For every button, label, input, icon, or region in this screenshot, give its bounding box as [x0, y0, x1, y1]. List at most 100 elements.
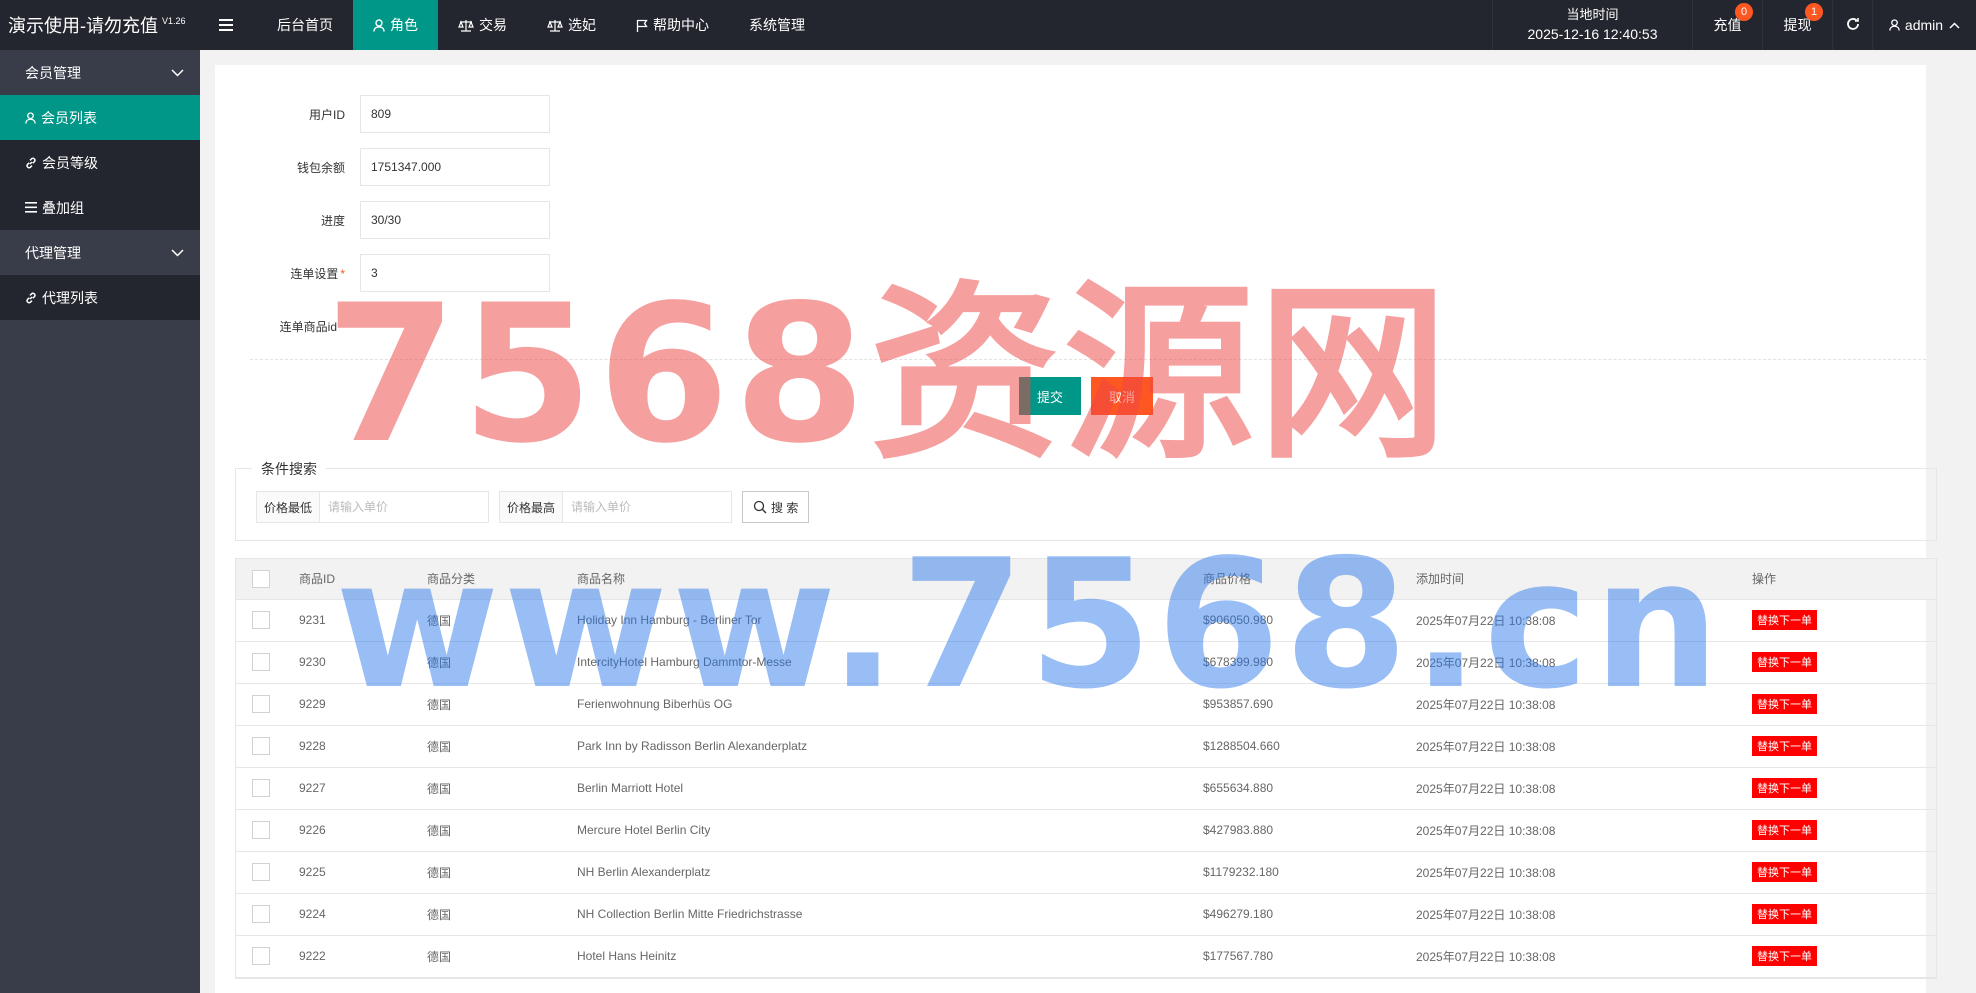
column-header: 商品价格: [1195, 559, 1408, 600]
nav-select[interactable]: 选妃: [527, 0, 616, 50]
sidebar: 会员管理 会员列表 会员等级 叠加组 代理管理 代理列表: [0, 50, 200, 993]
local-time-label: 当地时间: [1566, 7, 1619, 22]
sidebar-item-agent-list[interactable]: 代理列表: [0, 275, 200, 320]
replace-next-button[interactable]: 替换下一单: [1752, 610, 1817, 630]
replace-next-button[interactable]: 替换下一单: [1752, 778, 1817, 798]
goods-name-cell: NH Berlin Alexanderplatz: [569, 851, 1195, 894]
min-price-input[interactable]: [320, 492, 489, 522]
nav-system-label: 系统管理: [749, 17, 805, 33]
replace-next-button[interactable]: 替换下一单: [1752, 652, 1817, 672]
goods-price-cell: $906050.980: [1195, 599, 1408, 642]
nav-home-label: 后台首页: [277, 17, 333, 33]
table-cell: [236, 641, 291, 684]
chain-setting-label: 连单设置 *: [215, 265, 360, 282]
goods-name-cell: IntercityHotel Hamburg Dammtor-Messe: [569, 641, 1195, 684]
nav-select-label: 选妃: [568, 17, 596, 33]
goods-id-cell: 9222: [291, 935, 419, 978]
table-cell: 替换下一单: [1744, 725, 1936, 768]
row-checkbox[interactable]: [252, 737, 270, 755]
goods-category-cell: 德国: [419, 683, 569, 726]
table-cell: 替换下一单: [1744, 683, 1936, 726]
replace-next-button[interactable]: 替换下一单: [1752, 736, 1817, 756]
goods-category-cell: 德国: [419, 767, 569, 810]
sidebar-group-label: 会员管理: [25, 64, 81, 81]
top-header: 演示使用-请勿充值 V1.26 后台首页 角色 交易 选妃 帮助中心 系统管理 …: [0, 0, 1976, 50]
nav-help-label: 帮助中心: [653, 17, 709, 33]
column-header: 添加时间: [1408, 559, 1744, 600]
goods-time-cell: 2025年07月22日 10:38:08: [1408, 599, 1744, 642]
table-cell: [236, 851, 291, 894]
goods-time-cell: 2025年07月22日 10:38:08: [1408, 851, 1744, 894]
goods-id-cell: 9225: [291, 851, 419, 894]
max-price-input[interactable]: [563, 492, 732, 522]
table-cell: [236, 809, 291, 852]
cancel-button[interactable]: 取消: [1091, 377, 1154, 415]
table-cell: [236, 725, 291, 768]
row-checkbox[interactable]: [252, 653, 270, 671]
replace-next-button[interactable]: 替换下一单: [1752, 904, 1817, 924]
refresh-button[interactable]: [1832, 0, 1872, 50]
user-id-input[interactable]: [360, 95, 550, 133]
nav-trade-label: 交易: [479, 17, 507, 33]
goods-name-cell: Mercure Hotel Berlin City: [569, 809, 1195, 852]
replace-next-button[interactable]: 替换下一单: [1752, 946, 1817, 966]
nav-system[interactable]: 系统管理: [729, 0, 825, 50]
app-title: 演示使用-请勿充值: [8, 16, 158, 36]
select-all-checkbox[interactable]: [252, 569, 270, 588]
replace-next-button[interactable]: 替换下一单: [1752, 862, 1817, 882]
chevron-down-icon: [171, 68, 184, 77]
goods-time-cell: 2025年07月22日 10:38:08: [1408, 935, 1744, 978]
recharge-button[interactable]: 充值 0: [1692, 0, 1762, 50]
replace-next-button[interactable]: 替换下一单: [1752, 694, 1817, 714]
nav-role-label: 角色: [390, 17, 418, 33]
replace-next-button[interactable]: 替换下一单: [1752, 820, 1817, 840]
sidebar-item-member-list[interactable]: 会员列表: [0, 95, 200, 140]
menu-icon: [219, 19, 233, 31]
row-checkbox[interactable]: [252, 905, 270, 923]
progress-input[interactable]: [360, 201, 550, 239]
sidebar-group-agents[interactable]: 代理管理: [0, 230, 200, 275]
sidebar-item-stack-group[interactable]: 叠加组: [0, 185, 200, 230]
goods-time-cell: 2025年07月22日 10:38:08: [1408, 809, 1744, 852]
table-row: 9227 德国 Berlin Marriott Hotel $655634.880 20…: [236, 767, 1936, 810]
nav-help[interactable]: 帮助中心: [616, 0, 729, 50]
row-checkbox[interactable]: [252, 779, 270, 797]
row-checkbox[interactable]: [252, 611, 270, 629]
goods-id-cell: 9229: [291, 683, 419, 726]
goods-price-cell: $1179232.180: [1195, 851, 1408, 894]
goods-id-cell: 9224: [291, 893, 419, 936]
form-divider: [250, 359, 1926, 360]
goods-id-cell: 9227: [291, 767, 419, 810]
chain-setting-text: 连单设置: [290, 266, 339, 281]
min-price-group: 价格最低: [256, 491, 490, 523]
chain-setting-row: 连单设置 *: [215, 254, 550, 292]
balance-label: 钱包余额: [296, 160, 345, 175]
table-row: 9225 德国 NH Berlin Alexanderplatz $1179232.1…: [236, 851, 1936, 894]
sidebar-item-label: 叠加组: [42, 199, 84, 216]
row-checkbox[interactable]: [252, 947, 270, 965]
withdraw-button[interactable]: 提现 1: [1762, 0, 1832, 50]
search-row: 价格最低 价格最高 搜 索: [256, 491, 810, 523]
table-cell: 替换下一单: [1744, 641, 1936, 684]
goods-price-cell: $655634.880: [1195, 767, 1408, 810]
balance-input[interactable]: [360, 148, 550, 186]
scale-icon: [458, 19, 474, 32]
user-menu[interactable]: admin: [1872, 0, 1976, 50]
sidebar-item-member-level[interactable]: 会员等级: [0, 140, 200, 185]
nav-trade[interactable]: 交易: [438, 0, 527, 50]
goods-name-cell: Holiday Inn Hamburg - Berliner Tor: [569, 599, 1195, 642]
search-fieldset: 条件搜索 价格最低 价格最高 搜 索: [235, 459, 1937, 541]
chain-setting-input[interactable]: [360, 254, 550, 292]
user-icon: [373, 18, 385, 32]
nav-home[interactable]: 后台首页: [257, 0, 353, 50]
submit-button[interactable]: 提交: [1019, 377, 1082, 415]
sidebar-group-members[interactable]: 会员管理: [0, 50, 200, 95]
logo: 演示使用-请勿充值 V1.26: [0, 0, 200, 50]
required-mark: *: [340, 266, 345, 281]
nav-role[interactable]: 角色: [353, 0, 438, 50]
row-checkbox[interactable]: [252, 695, 270, 713]
row-checkbox[interactable]: [252, 863, 270, 881]
row-checkbox[interactable]: [252, 821, 270, 839]
search-button[interactable]: 搜 索: [742, 491, 810, 523]
menu-toggle-button[interactable]: [200, 0, 257, 50]
